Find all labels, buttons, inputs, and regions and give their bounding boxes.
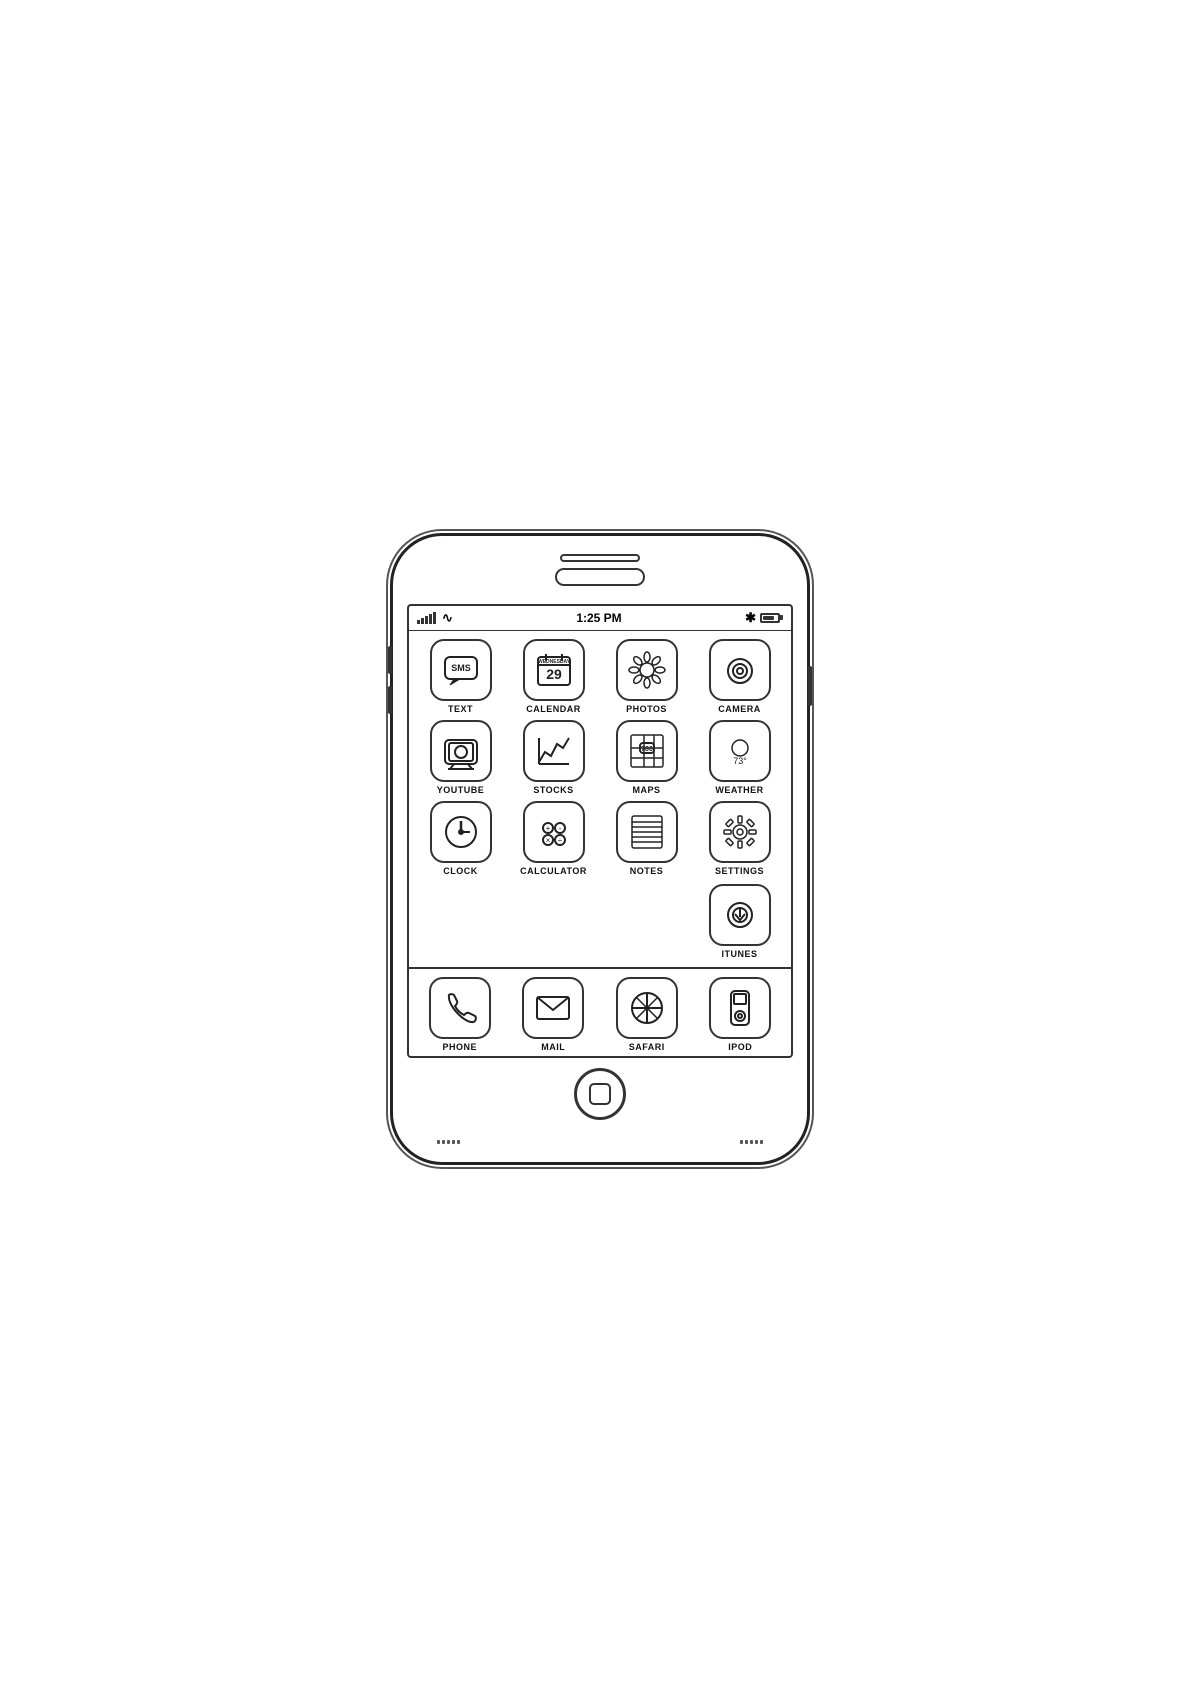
bottom-connector-left	[437, 1140, 460, 1144]
app-icon-text: SMS	[430, 639, 492, 701]
app-grid: SMS TEXT 29 WEDNESDAY CALE	[409, 631, 791, 884]
status-left: ∿	[417, 610, 453, 626]
svg-text:WEDNESDAY: WEDNESDAY	[537, 659, 570, 665]
status-right: ✱	[745, 610, 783, 626]
dock-label-phone: PHONE	[442, 1042, 477, 1052]
app-grid-row4: ITUNES	[409, 884, 791, 967]
app-youtube[interactable]: YOUTUBE	[417, 720, 504, 795]
screen: ∿ 1:25 PM ✱	[407, 604, 793, 1058]
svg-text:-: -	[558, 824, 561, 833]
svg-text:×: ×	[545, 836, 550, 845]
svg-text:÷: ÷	[557, 836, 562, 845]
phone-device: ∿ 1:25 PM ✱	[390, 533, 810, 1165]
app-settings[interactable]: SETTINGS	[696, 801, 783, 876]
app-label-weather: WEATHER	[715, 785, 763, 795]
dock-icon-mail	[522, 977, 584, 1039]
app-calculator[interactable]: + - × ÷ CALCULATOR	[510, 801, 597, 876]
app-notes[interactable]: NOTES	[603, 801, 690, 876]
app-maps[interactable]: 780 MAPS	[603, 720, 690, 795]
app-icon-calendar: 29 WEDNESDAY	[523, 639, 585, 701]
app-icon-clock	[430, 801, 492, 863]
app-icon-camera	[709, 639, 771, 701]
dock-label-ipod: IPOD	[728, 1042, 752, 1052]
app-label-calendar: CALENDAR	[526, 704, 581, 714]
dock-mail[interactable]: MAIL	[522, 977, 584, 1052]
app-icon-maps: 780	[616, 720, 678, 782]
dock-icon-safari	[616, 977, 678, 1039]
phone-top	[407, 554, 793, 596]
app-stocks[interactable]: STOCKS	[510, 720, 597, 795]
earpiece	[555, 568, 645, 586]
app-clock[interactable]: CLOCK	[417, 801, 504, 876]
sleep-wake-button[interactable]	[808, 666, 812, 706]
app-label-itunes: ITUNES	[721, 949, 757, 959]
app-label-photos: PHOTOS	[626, 704, 667, 714]
bottom-connector-right	[740, 1140, 763, 1144]
app-label-camera: CAMERA	[718, 704, 761, 714]
app-icon-itunes	[709, 884, 771, 946]
app-label-maps: MAPS	[632, 785, 660, 795]
app-label-notes: NOTES	[630, 866, 664, 876]
svg-text:29: 29	[546, 666, 562, 682]
app-icon-settings	[709, 801, 771, 863]
app-photos[interactable]: PHOTOS	[603, 639, 690, 714]
volume-up-button[interactable]	[388, 646, 392, 674]
empty-slot-2	[510, 884, 572, 946]
svg-text:780: 780	[641, 746, 653, 753]
empty-slot-3	[603, 884, 665, 946]
app-weather[interactable]: 73° WEATHER	[696, 720, 783, 795]
home-button[interactable]	[574, 1068, 626, 1120]
svg-text:SMS: SMS	[451, 663, 471, 673]
app-label-text: TEXT	[448, 704, 473, 714]
dock-icon-ipod	[709, 977, 771, 1039]
status-bar: ∿ 1:25 PM ✱	[409, 606, 791, 631]
app-icon-photos	[616, 639, 678, 701]
volume-down-button[interactable]	[388, 686, 392, 714]
app-label-settings: SETTINGS	[715, 866, 764, 876]
app-icon-stocks	[523, 720, 585, 782]
dock-phone[interactable]: PHONE	[429, 977, 491, 1052]
top-connector	[560, 554, 640, 562]
app-icon-notes	[616, 801, 678, 863]
app-itunes[interactable]: ITUNES	[696, 884, 783, 959]
app-calendar[interactable]: 29 WEDNESDAY CALENDAR	[510, 639, 597, 714]
status-time: 1:25 PM	[576, 611, 621, 625]
wifi-icon: ∿	[442, 610, 453, 626]
app-icon-calculator: + - × ÷	[523, 801, 585, 863]
dock-icon-phone	[429, 977, 491, 1039]
app-icon-youtube	[430, 720, 492, 782]
home-area	[407, 1058, 793, 1136]
dock: PHONE MAIL	[409, 967, 791, 1056]
bottom-connectors	[407, 1140, 793, 1144]
app-label-youtube: YOUTUBE	[437, 785, 485, 795]
signal-icon	[417, 612, 436, 624]
app-label-stocks: STOCKS	[533, 785, 573, 795]
svg-text:73°: 73°	[733, 756, 747, 766]
app-icon-weather: 73°	[709, 720, 771, 782]
svg-text:+: +	[545, 824, 550, 833]
dock-label-mail: MAIL	[541, 1042, 565, 1052]
dock-ipod[interactable]: IPOD	[709, 977, 771, 1052]
dock-safari[interactable]: SAFARI	[616, 977, 678, 1052]
app-text[interactable]: SMS TEXT	[417, 639, 504, 714]
battery-icon	[760, 613, 783, 623]
app-label-calculator: CALCULATOR	[520, 866, 587, 876]
dock-label-safari: SAFARI	[629, 1042, 665, 1052]
home-button-inner	[589, 1083, 611, 1105]
empty-slot-1	[417, 884, 479, 946]
app-label-clock: CLOCK	[443, 866, 478, 876]
app-camera[interactable]: CAMERA	[696, 639, 783, 714]
bluetooth-icon: ✱	[745, 610, 756, 626]
